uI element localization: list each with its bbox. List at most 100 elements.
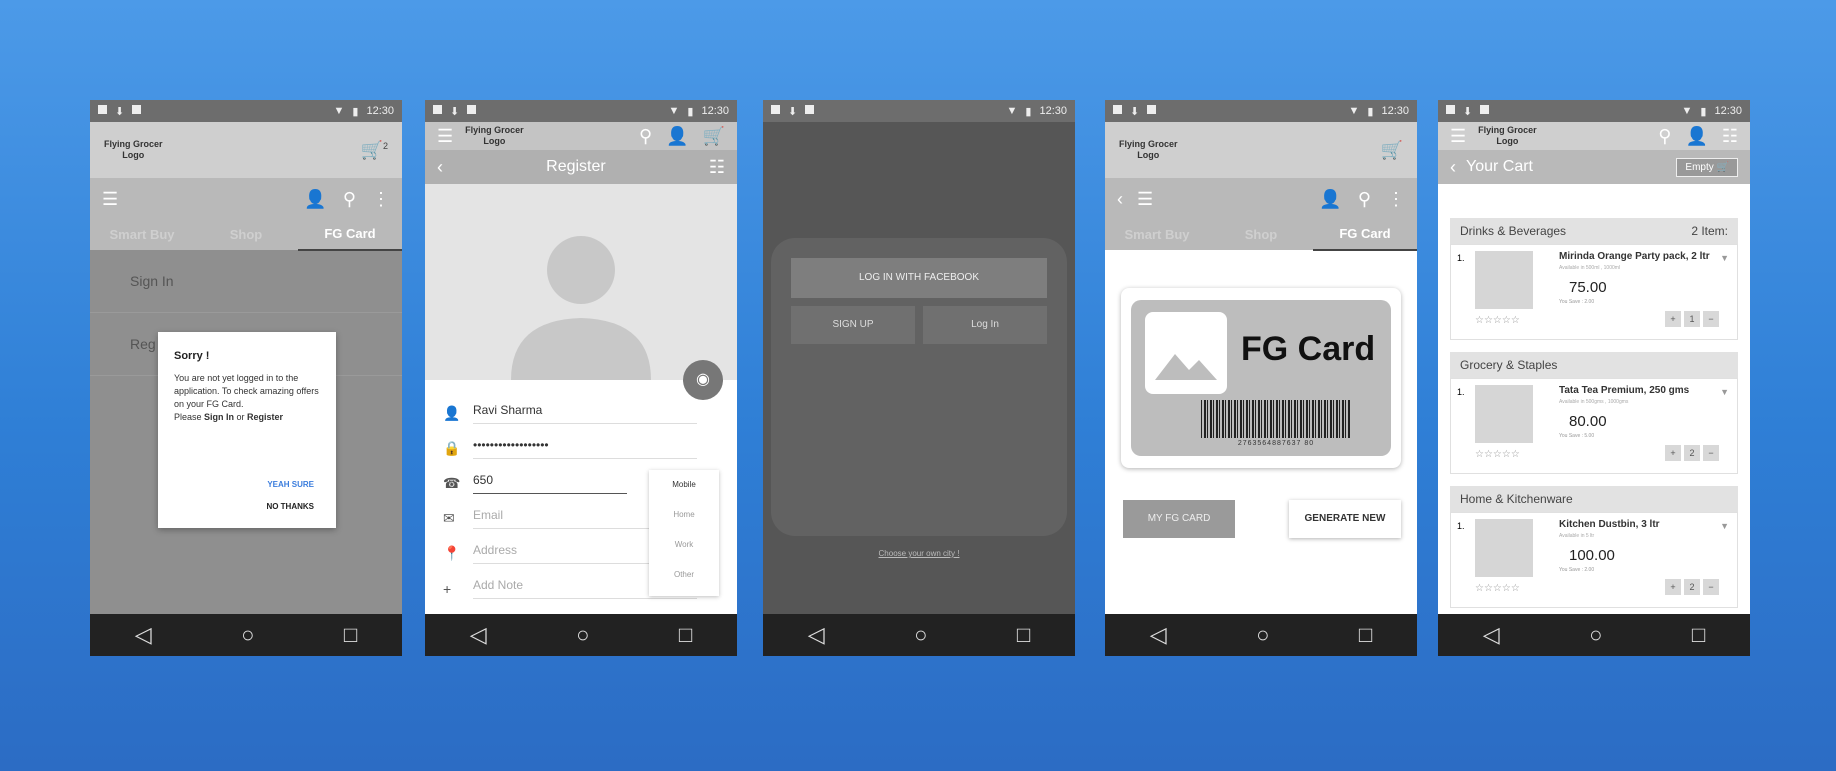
back-icon[interactable]: ◁: [135, 622, 152, 648]
hamburger-menu-icon[interactable]: ☰: [1137, 189, 1153, 210]
my-fg-card-button[interactable]: MY FG CARD: [1123, 500, 1235, 538]
expand-icon[interactable]: ▼: [1720, 387, 1729, 397]
tab-fg-card[interactable]: FG Card: [298, 219, 402, 251]
image-placeholder-icon: [1145, 312, 1227, 394]
option-home[interactable]: Home: [649, 500, 719, 530]
back-arrow-icon[interactable]: ‹: [1450, 157, 1456, 178]
back-icon[interactable]: ◁: [470, 622, 487, 648]
barcode: [1201, 400, 1351, 438]
user-icon[interactable]: 👤: [666, 126, 688, 147]
home-icon[interactable]: ○: [1589, 622, 1602, 648]
more-icon[interactable]: ⋮: [1387, 189, 1405, 210]
cart-icon[interactable]: 🛒: [1381, 140, 1403, 161]
user-icon[interactable]: 👤: [1319, 189, 1341, 210]
home-icon[interactable]: ○: [576, 622, 589, 648]
hamburger-menu-icon[interactable]: ☰: [102, 189, 118, 210]
rating-stars[interactable]: ☆☆☆☆☆: [1475, 583, 1520, 594]
option-other[interactable]: Other: [649, 560, 719, 590]
cart-toolbar: ‹ Your Cart Empty 🛒: [1438, 150, 1750, 184]
screen-fg-card: ⬇ ▼ ▮ 12:30 Flying Grocer Logo 🛒 ‹ ☰ 👤 ⚲ ⋮ …: [1105, 100, 1417, 656]
hamburger-menu-icon[interactable]: ☰: [1450, 126, 1466, 147]
quantity-stepper: +2−: [1665, 445, 1719, 461]
back-icon[interactable]: ◁: [1150, 622, 1167, 648]
search-icon[interactable]: ⚲: [1358, 189, 1371, 210]
sign-up-button[interactable]: SIGN UP: [791, 306, 915, 344]
recents-icon[interactable]: □: [1017, 622, 1030, 648]
empty-cart-button[interactable]: Empty 🛒: [1676, 157, 1738, 177]
screen-register: ⬇ ▼ ▮ 12:30 ☰ Flying Grocer Logo ⚲ 👤 🛒 ‹ Re…: [425, 100, 737, 656]
plus-button[interactable]: +: [1665, 445, 1681, 461]
back-arrow-icon[interactable]: ‹: [437, 157, 443, 178]
recents-icon[interactable]: □: [344, 622, 357, 648]
tab-fg-card[interactable]: FG Card: [1313, 219, 1417, 251]
app-logo: Flying GrocerLogo: [1478, 125, 1537, 146]
tab-smart-buy[interactable]: Smart Buy: [90, 220, 194, 250]
cart-icon[interactable]: 🛒2: [361, 140, 388, 161]
tab-bar: Smart Buy Shop FG Card: [90, 219, 402, 251]
android-nav-bar: ◁ ○ □: [90, 614, 402, 656]
option-work[interactable]: Work: [649, 530, 719, 560]
expand-icon[interactable]: ▼: [1720, 521, 1729, 531]
log-in-button[interactable]: Log In: [923, 306, 1047, 344]
quantity-value: 1: [1684, 311, 1700, 327]
avatar-placeholder-icon: [511, 236, 651, 380]
battery-icon: ▮: [1367, 105, 1374, 118]
minus-button[interactable]: −: [1703, 445, 1719, 461]
name-field[interactable]: 👤 Ravi Sharma: [425, 396, 737, 431]
recents-icon[interactable]: □: [679, 622, 692, 648]
dialog-body: You are not yet logged in to the applica…: [174, 373, 319, 409]
home-icon[interactable]: ○: [1256, 622, 1269, 648]
phone-icon: ☎: [443, 475, 461, 491]
back-arrow-icon[interactable]: ‹: [1117, 189, 1123, 210]
search-icon[interactable]: ⚲: [343, 189, 356, 210]
clock: 12:30: [366, 105, 394, 117]
yeah-sure-button[interactable]: YEAH SURE: [267, 480, 314, 489]
clock: 12:30: [1039, 105, 1067, 117]
expand-icon[interactable]: ▼: [1720, 253, 1729, 263]
tab-shop[interactable]: Shop: [194, 220, 298, 250]
app-logo: Flying GrocerLogo: [1119, 139, 1178, 160]
choose-city-link[interactable]: Choose your own city !: [763, 549, 1075, 558]
barcode-number: 2763564887637 80: [1237, 440, 1315, 447]
user-icon[interactable]: 👤: [304, 189, 326, 210]
download-icon: ⬇: [115, 105, 125, 118]
download-icon: ⬇: [1463, 105, 1473, 118]
rating-stars[interactable]: ☆☆☆☆☆: [1475, 315, 1520, 326]
minus-button[interactable]: −: [1703, 579, 1719, 595]
back-icon[interactable]: ◁: [808, 622, 825, 648]
search-icon[interactable]: ⚲: [639, 126, 652, 147]
list-icon[interactable]: ☷: [1722, 126, 1738, 147]
download-icon: ⬇: [450, 105, 460, 118]
minus-button[interactable]: −: [1703, 311, 1719, 327]
recents-icon[interactable]: □: [1692, 622, 1705, 648]
hamburger-menu-icon[interactable]: ☰: [437, 126, 453, 147]
home-icon[interactable]: ○: [241, 622, 254, 648]
home-icon[interactable]: ○: [914, 622, 927, 648]
register-toolbar: ‹ Register ☷: [425, 150, 737, 184]
more-icon[interactable]: ⋮: [372, 189, 390, 210]
cart-icon[interactable]: 🛒: [703, 126, 725, 147]
list-icon[interactable]: ☷: [709, 157, 725, 178]
battery-icon: ▮: [687, 105, 694, 118]
no-thanks-button[interactable]: NO THANKS: [266, 502, 314, 511]
wifi-icon: ▼: [668, 105, 680, 117]
rating-stars[interactable]: ☆☆☆☆☆: [1475, 449, 1520, 460]
facebook-login-button[interactable]: LOG IN WITH FACEBOOK: [791, 258, 1047, 298]
tab-shop[interactable]: Shop: [1209, 220, 1313, 250]
cart-item: 1. Kitchen Dustbin, 3 ltr Available in 5…: [1450, 512, 1738, 608]
option-mobile[interactable]: Mobile: [649, 470, 719, 500]
plus-button[interactable]: +: [1665, 579, 1681, 595]
recents-icon[interactable]: □: [1359, 622, 1372, 648]
user-icon[interactable]: 👤: [1685, 126, 1707, 147]
download-icon: ⬇: [1130, 105, 1140, 118]
tab-smart-buy[interactable]: Smart Buy: [1105, 220, 1209, 250]
generate-new-button[interactable]: GENERATE NEW: [1289, 500, 1401, 538]
password-field[interactable]: 🔒 ••••••••••••••••••: [425, 431, 737, 466]
status-bar: ⬇ ▼ ▮ 12:30: [763, 100, 1075, 122]
back-icon[interactable]: ◁: [1483, 622, 1500, 648]
plus-button[interactable]: +: [1665, 311, 1681, 327]
page-title: Register: [546, 158, 606, 175]
camera-button[interactable]: ◉: [683, 360, 723, 400]
search-icon[interactable]: ⚲: [1658, 126, 1671, 147]
menu-sign-in[interactable]: Sign In: [90, 250, 402, 313]
